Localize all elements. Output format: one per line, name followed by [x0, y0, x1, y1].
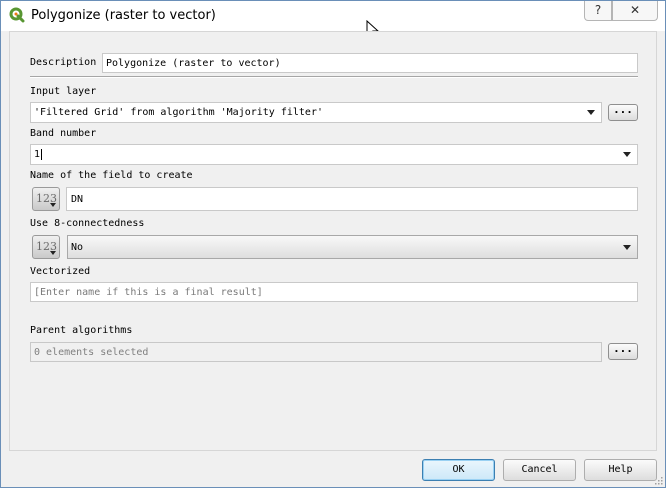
ok-button[interactable]: OK: [422, 459, 495, 481]
help-button[interactable]: Help: [584, 459, 657, 481]
band-number-label: Band number: [30, 128, 97, 139]
parent-algorithms-browse-button[interactable]: ...: [608, 343, 638, 360]
connectedness-label: Use 8-connectedness: [30, 218, 145, 229]
chevron-down-icon: [50, 251, 56, 255]
chevron-down-icon: [623, 152, 631, 157]
separator-line: [30, 76, 638, 78]
field-name-expression-button[interactable]: 123: [32, 187, 60, 211]
title-bar[interactable]: Polygonize (raster to vector) ? ✕: [1, 1, 665, 31]
qgis-logo-icon: [9, 7, 25, 23]
field-name-label: Name of the field to create: [30, 170, 193, 181]
input-layer-label: Input layer: [30, 86, 97, 97]
description-input[interactable]: Polygonize (raster to vector): [102, 53, 638, 73]
band-number-combo[interactable]: 1: [30, 144, 638, 165]
vectorized-output-input[interactable]: [Enter name if this is a final result]: [30, 282, 638, 302]
field-name-input[interactable]: DN: [66, 187, 638, 211]
connectedness-value: No: [71, 242, 84, 253]
chevron-down-icon: [50, 203, 56, 207]
description-label: Description: [30, 57, 97, 68]
chevron-down-icon: [623, 245, 631, 250]
cancel-button[interactable]: Cancel: [503, 459, 576, 481]
connectedness-expression-button[interactable]: 123: [32, 235, 60, 259]
parent-algorithms-field: 0 elements selected: [30, 342, 602, 362]
chevron-down-icon: [587, 110, 595, 115]
input-layer-value: 'Filtered Grid' from algorithm 'Majority…: [34, 107, 323, 118]
close-window-button[interactable]: ✕: [612, 1, 658, 21]
parent-algorithms-label: Parent algorithms: [30, 325, 133, 336]
resize-grip-icon[interactable]: [653, 475, 663, 485]
help-title-button[interactable]: ?: [584, 1, 612, 21]
input-layer-browse-button[interactable]: ...: [608, 104, 638, 121]
text-caret: [41, 148, 43, 160]
vectorized-label: Vectorized: [30, 266, 91, 277]
window-title: Polygonize (raster to vector): [31, 8, 216, 23]
connectedness-combo[interactable]: No: [67, 235, 638, 259]
input-layer-combo[interactable]: 'Filtered Grid' from algorithm 'Majority…: [30, 102, 602, 123]
dialog-window: Polygonize (raster to vector) ? ✕ Descri…: [0, 0, 666, 488]
band-number-value: 1: [34, 149, 41, 160]
parameters-panel: Description Polygonize (raster to vector…: [9, 31, 657, 451]
